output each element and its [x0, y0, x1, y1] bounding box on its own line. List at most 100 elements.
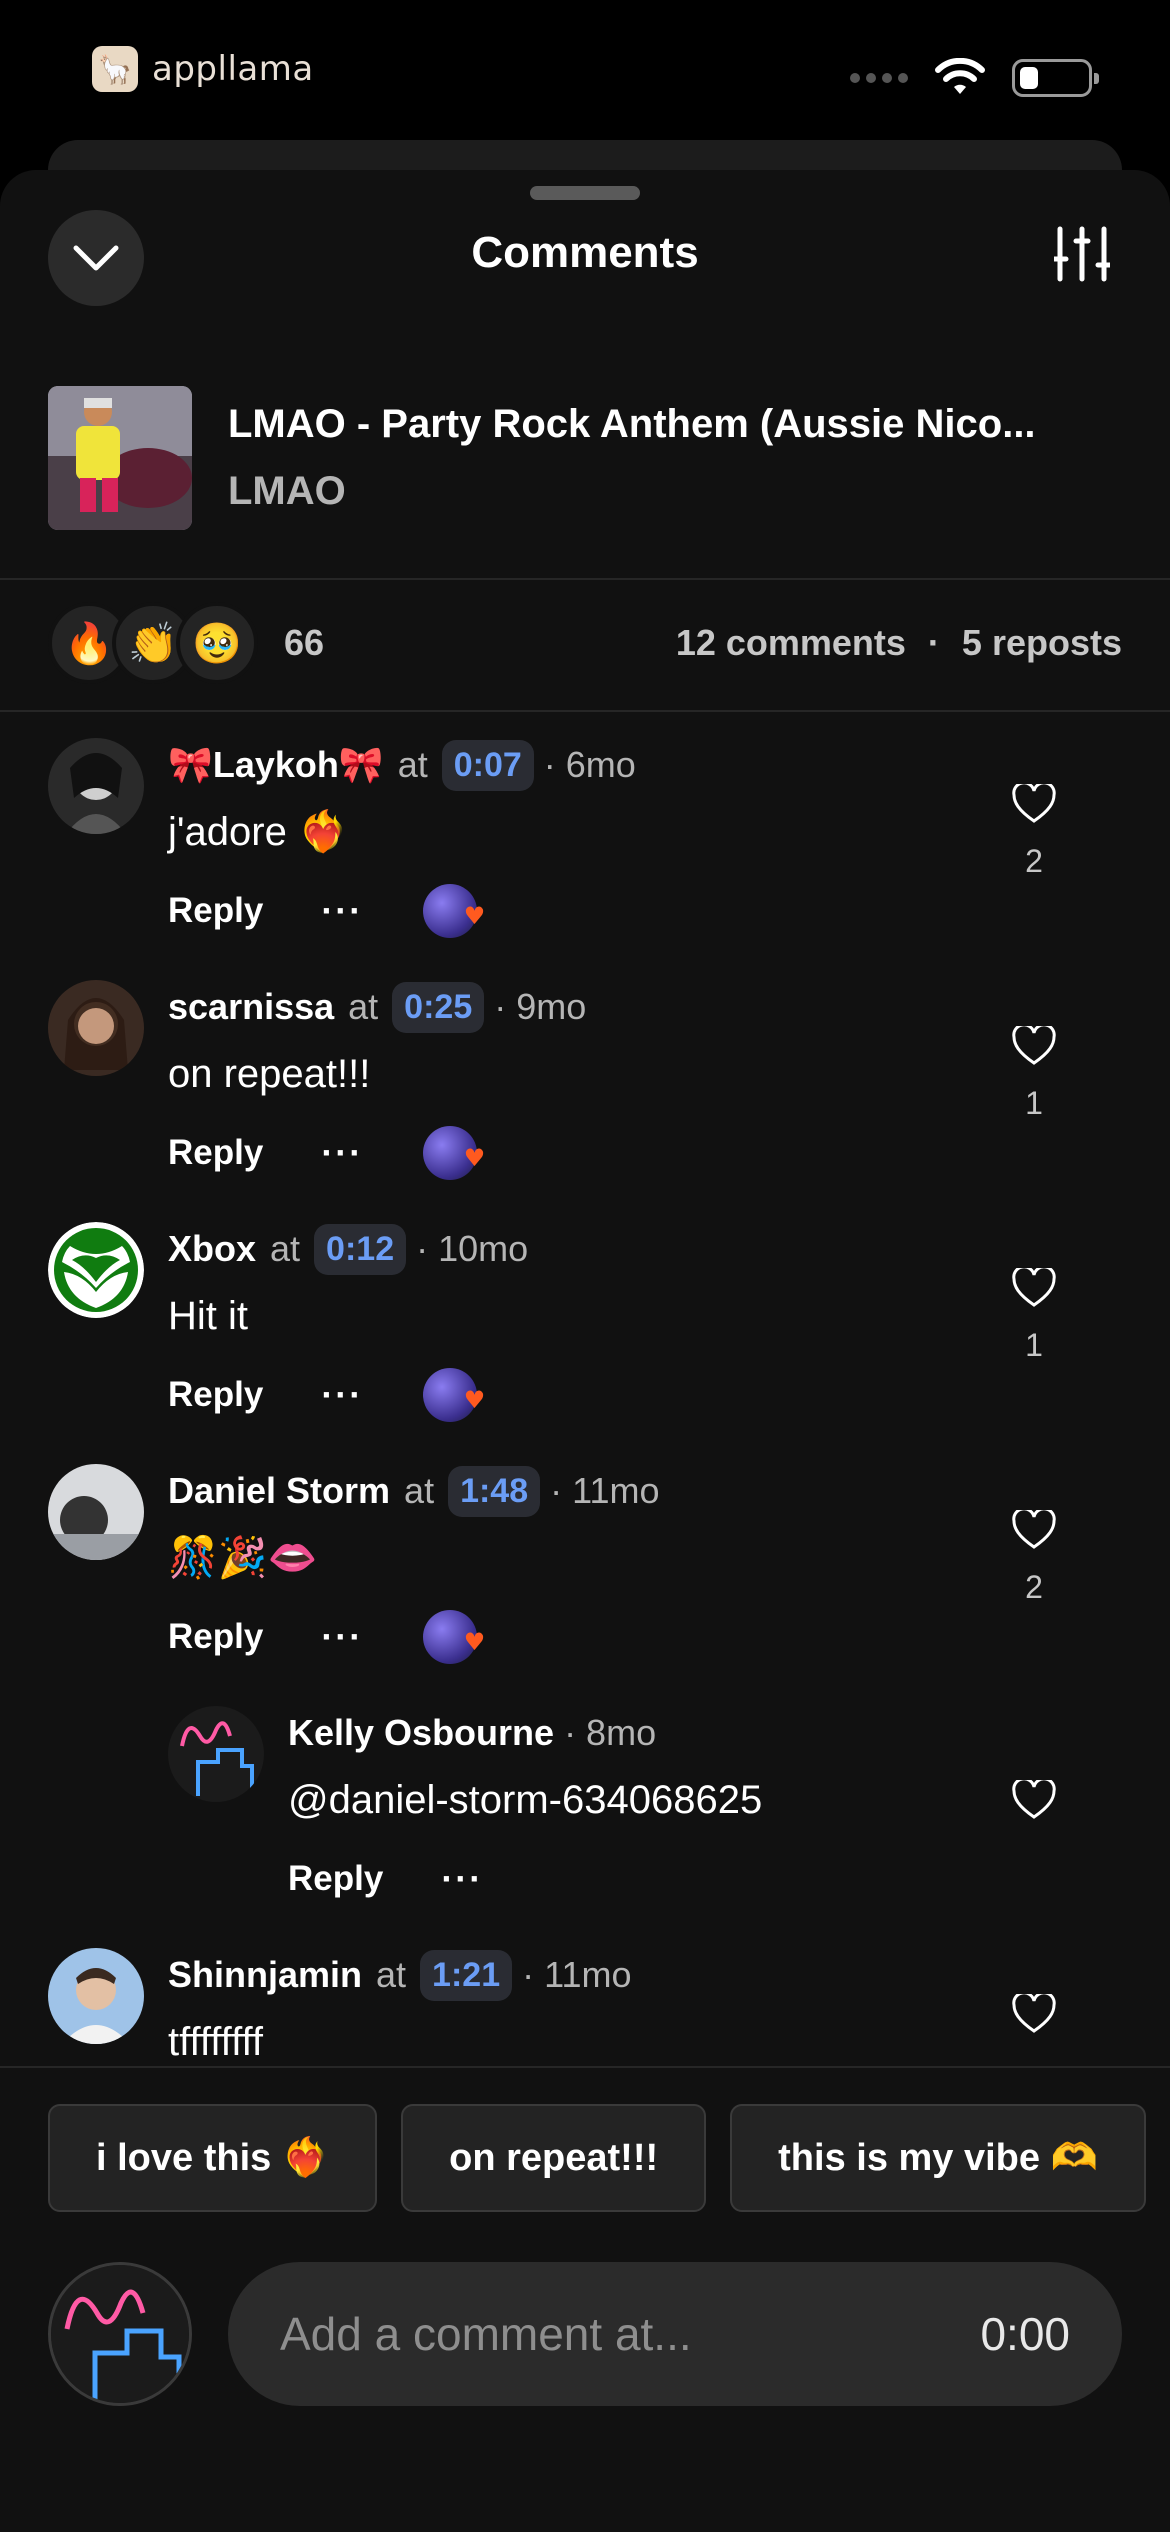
comment-text: Hit it	[168, 1294, 248, 1338]
status-bar: 🦙 appllama	[0, 0, 1170, 150]
avatar[interactable]	[48, 1948, 144, 2044]
quick-reply-chip[interactable]: i love this ❤️‍🔥	[48, 2104, 378, 2212]
xbox-logo-icon	[48, 1222, 144, 1318]
comment-body: Shinnjamin at 1:21 · 11mo tffffffff	[168, 1948, 1018, 2066]
comment-age: · 10mo	[416, 1228, 529, 1269]
quick-reply-chip[interactable]: on repeat!!!	[401, 2104, 707, 2212]
more-options-button[interactable]: ···	[321, 1374, 363, 1416]
battery-icon	[1012, 59, 1099, 97]
comment-timestamp[interactable]: 1:21	[420, 1949, 513, 2001]
quick-reply-chip[interactable]: this is my vibe 🫶	[730, 2104, 1146, 2212]
more-options-button[interactable]: ···	[441, 1858, 483, 1900]
comment-input[interactable]	[280, 2307, 981, 2361]
more-options-button[interactable]: ···	[321, 890, 363, 932]
cellular-signal-icon	[850, 73, 908, 83]
comment-at-label: at	[404, 1470, 435, 1511]
track-title[interactable]: LMAO - Party Rock Anthem (Aussie Nico...	[228, 402, 1088, 447]
like-control[interactable]: 1	[994, 1023, 1074, 1122]
comment-text: 🎊🎉👄	[168, 1536, 318, 1580]
reply-button[interactable]: Reply	[168, 1375, 263, 1415]
like-control[interactable]	[994, 1777, 1074, 1825]
current-user-avatar	[48, 2262, 192, 2406]
comment-username[interactable]: Daniel Storm	[168, 1470, 390, 1512]
comment-item: Daniel Storm at 1:48 · 11mo 🎊🎉👄 Reply ··…	[48, 1464, 1122, 1664]
like-count: 1	[1025, 1085, 1043, 1121]
like-control[interactable]: 2	[994, 781, 1074, 880]
status-indicators	[850, 58, 1099, 98]
teary-face-reaction-icon: 🥹	[176, 602, 258, 684]
reply-button[interactable]: Reply	[168, 1133, 263, 1173]
comment-age: · 11mo	[522, 1954, 632, 1995]
comment-username[interactable]: 🎀Laykoh🎀	[168, 744, 384, 786]
stats-separator: ·	[927, 622, 940, 663]
like-control[interactable]: 1	[994, 1265, 1074, 1364]
reposts-count[interactable]: 5 reposts	[962, 622, 1122, 664]
comment-header: scarnissa at 0:25 · 9mo	[168, 980, 1018, 1034]
sheet-title: Comments	[471, 228, 699, 277]
reply-button[interactable]: Reply	[288, 1859, 383, 1899]
comment-username[interactable]: Xbox	[168, 1228, 256, 1270]
comment-age: · 9mo	[494, 986, 587, 1027]
avatar[interactable]	[48, 1222, 144, 1318]
more-options-button[interactable]: ···	[321, 1132, 363, 1174]
comment-header: 🎀Laykoh🎀 at 0:07 · 6mo	[168, 738, 1018, 792]
creator-liked-avatar: ♥	[423, 884, 485, 938]
llama-logo-icon: 🦙	[92, 46, 138, 92]
comment-text: tffffffff	[168, 2020, 263, 2064]
comment-username[interactable]: scarnissa	[168, 986, 334, 1028]
creator-liked-avatar: ♥	[423, 1368, 485, 1422]
comment-at-label: at	[270, 1228, 301, 1269]
divider	[0, 710, 1170, 712]
comment-header: Daniel Storm at 1:48 · 11mo	[168, 1464, 1018, 1518]
avatar[interactable]	[48, 738, 144, 834]
track-artist[interactable]: LMAO	[228, 469, 1088, 514]
avatar[interactable]	[48, 980, 144, 1076]
comment-body: Kelly Osbourne · 8mo @daniel-storm-63406…	[288, 1706, 1018, 1906]
reaction-count: 66	[284, 622, 325, 663]
like-control[interactable]	[994, 1991, 1074, 2039]
reply-button[interactable]: Reply	[168, 891, 263, 931]
comment-username[interactable]: Kelly Osbourne	[288, 1712, 554, 1754]
comment-timestamp[interactable]: 0:07	[441, 739, 534, 791]
comment-item: 🎀Laykoh🎀 at 0:07 · 6mo j'adore ❤️‍🔥 Repl…	[48, 738, 1122, 938]
divider	[0, 578, 1170, 580]
comment-composer[interactable]: 0:00	[228, 2262, 1122, 2406]
comment-age: · 8mo	[564, 1712, 657, 1753]
comments-count[interactable]: 12 comments	[676, 622, 906, 664]
track-header[interactable]: LMAO - Party Rock Anthem (Aussie Nico...…	[48, 386, 1122, 530]
comment-age: · 11mo	[550, 1470, 660, 1511]
comment-actions: Reply ···	[288, 1852, 1018, 1906]
heart-outline-icon	[1012, 781, 1056, 823]
comment-actions: Reply ··· ♥	[168, 1126, 1018, 1180]
sheet-grabber[interactable]	[530, 186, 640, 200]
comment-item: Shinnjamin at 1:21 · 11mo tffffffff	[48, 1948, 1122, 2066]
comment-item: Xbox at 0:12 · 10mo Hit it Reply ··· ♥ 1	[48, 1222, 1122, 1422]
comment-text: j'adore ❤️‍🔥	[168, 810, 348, 854]
comment-timestamp[interactable]: 0:25	[392, 981, 485, 1033]
comment-at-label: at	[348, 986, 379, 1027]
reaction-bubbles[interactable]: 🔥 👏 🥹	[48, 602, 258, 684]
more-options-button[interactable]: ···	[321, 1616, 363, 1658]
avatar[interactable]	[168, 1706, 264, 1802]
creator-liked-avatar: ♥	[423, 1126, 485, 1180]
like-count: 2	[1025, 843, 1043, 879]
comment-timestamp[interactable]: 0:12	[314, 1223, 407, 1275]
stats-summary: 12 comments · 5 reposts	[676, 622, 1122, 664]
comment-timestamp[interactable]: 1:48	[448, 1465, 541, 1517]
reply-button[interactable]: Reply	[168, 1617, 263, 1657]
comment-body: Daniel Storm at 1:48 · 11mo 🎊🎉👄 Reply ··…	[168, 1464, 1018, 1664]
like-control[interactable]: 2	[994, 1507, 1074, 1606]
composer-timestamp[interactable]: 0:00	[980, 2307, 1070, 2361]
heart-outline-icon	[1012, 1023, 1056, 1065]
divider	[0, 2066, 1170, 2068]
heart-outline-icon	[1012, 1777, 1056, 1819]
heart-badge-icon: ♥	[463, 1628, 486, 1656]
comment-body: 🎀Laykoh🎀 at 0:07 · 6mo j'adore ❤️‍🔥 Repl…	[168, 738, 1018, 938]
track-artwork	[48, 386, 192, 530]
comment-body: Xbox at 0:12 · 10mo Hit it Reply ··· ♥	[168, 1222, 1018, 1422]
filter-button[interactable]	[1050, 222, 1114, 286]
comment-username[interactable]: Shinnjamin	[168, 1954, 362, 1996]
comment-actions: Reply ··· ♥	[168, 884, 1018, 938]
heart-badge-icon: ♥	[463, 1386, 486, 1414]
avatar[interactable]	[48, 1464, 144, 1560]
